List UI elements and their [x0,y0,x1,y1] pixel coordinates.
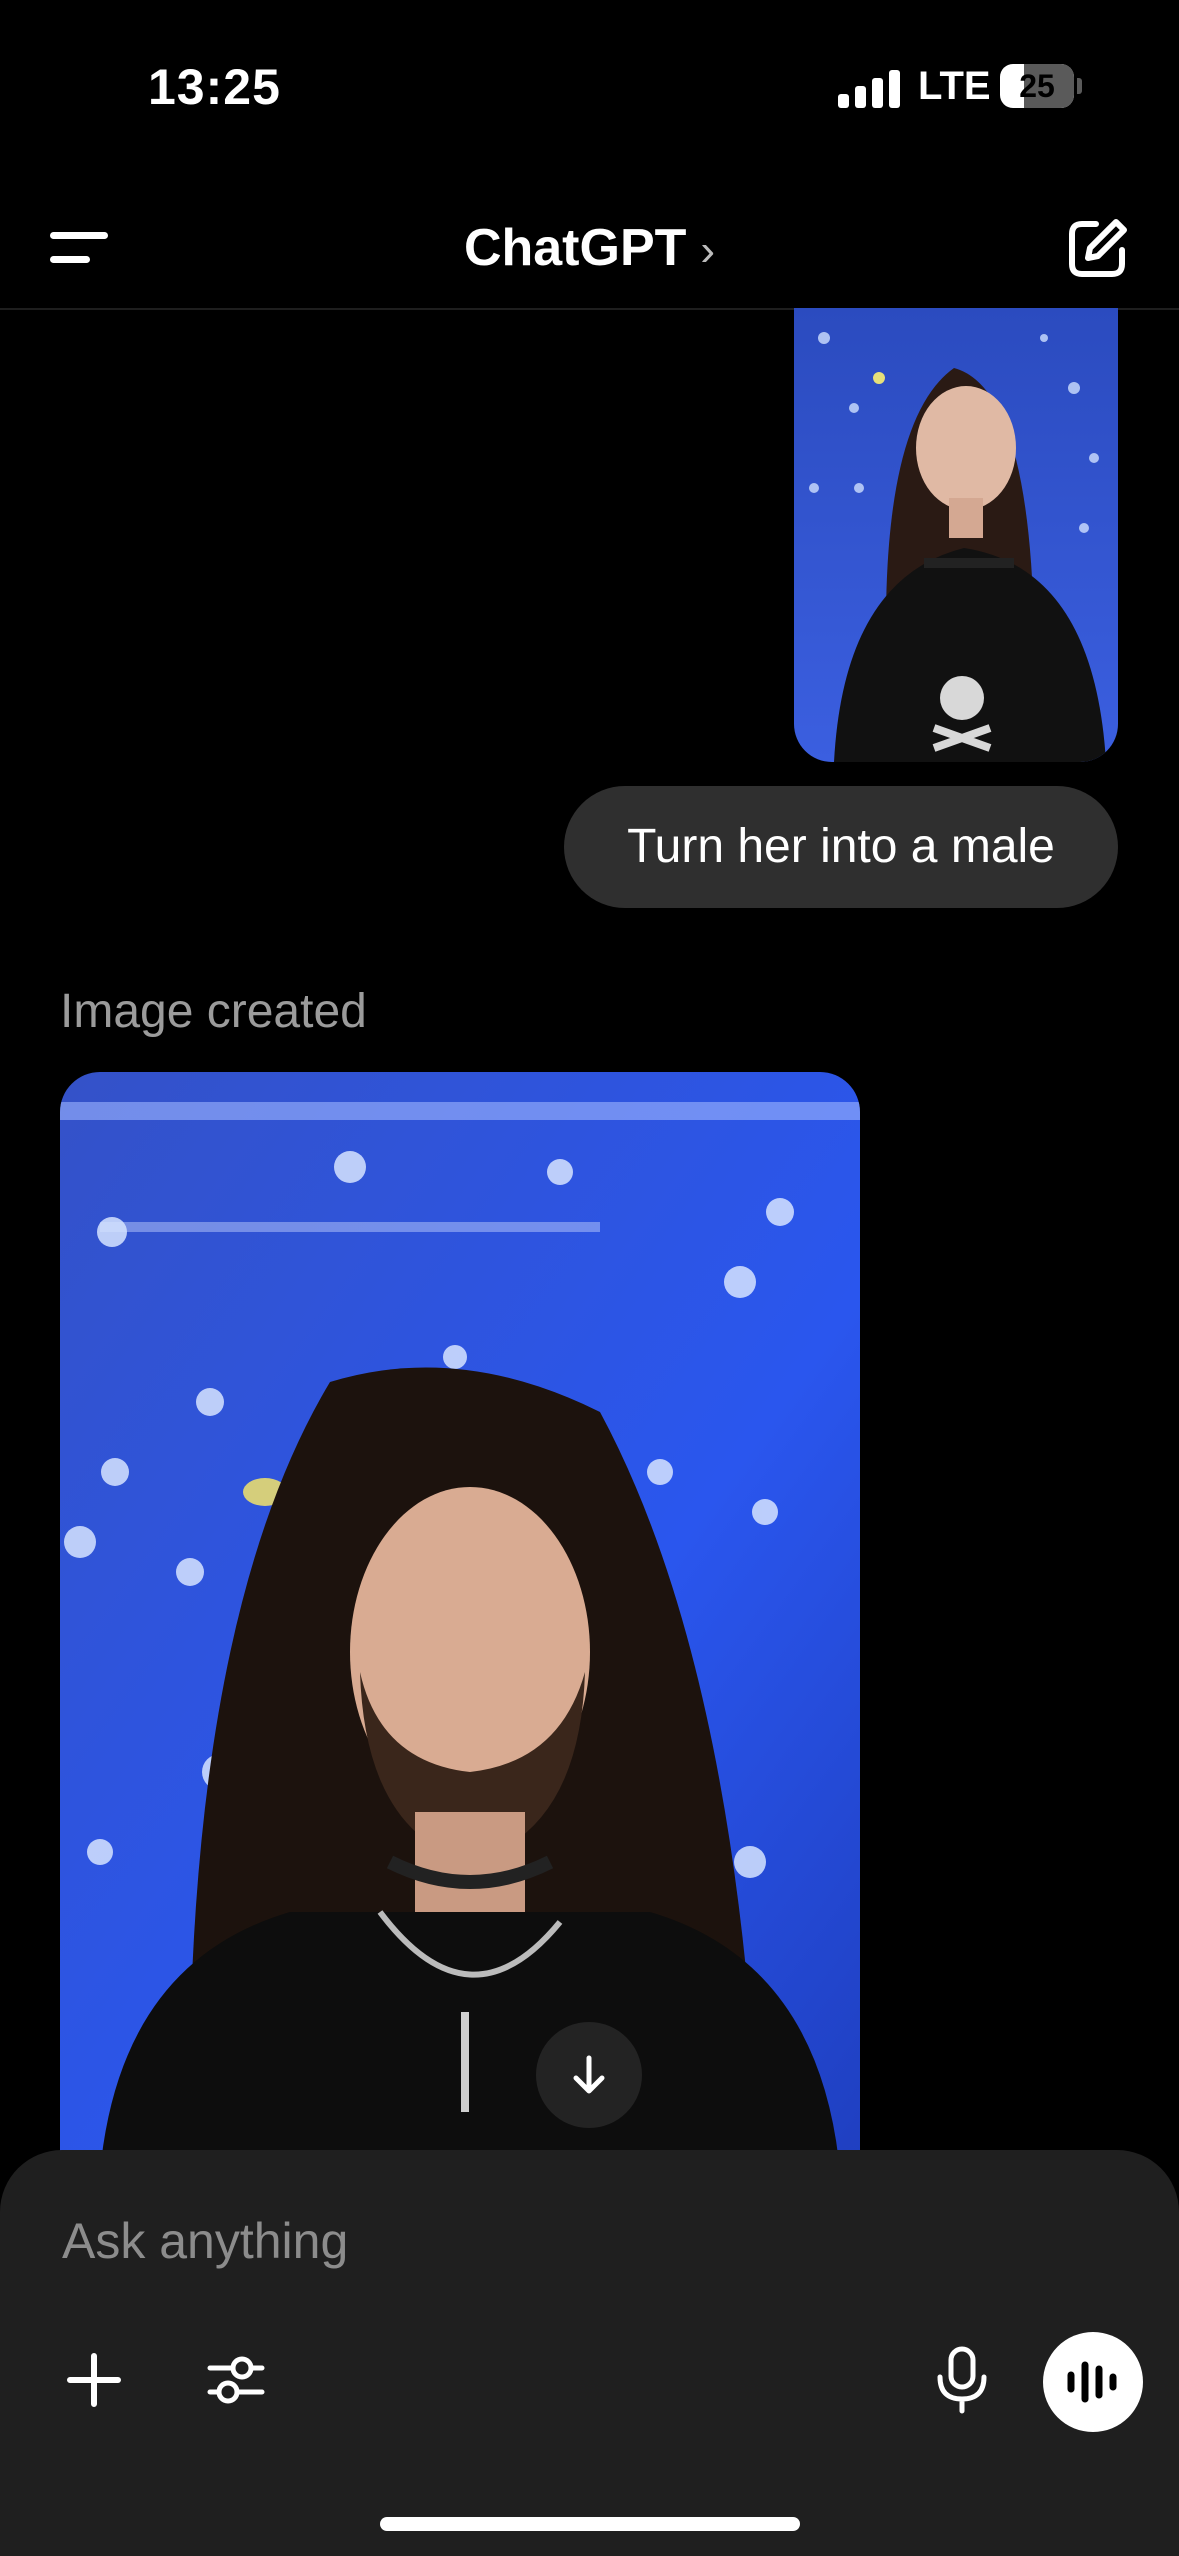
signal-icon [838,70,900,108]
voice-mode-button[interactable] [1043,2332,1143,2432]
home-indicator [380,2517,800,2531]
status-time: 13:25 [148,59,281,115]
nav-bar: ChatGPT › [0,190,1179,310]
chevron-right-icon: › [700,226,716,275]
compose-icon[interactable] [1062,214,1132,284]
arrow-down-icon [573,2055,605,2094]
prompt-input[interactable] [60,2200,864,2282]
add-attachment-button[interactable] [54,2340,134,2420]
page-title: ChatGPT [463,219,687,277]
battery-percent: 25 [1019,68,1055,104]
scroll-down-button[interactable] [536,2022,642,2128]
user-message-bubble[interactable]: Turn her into a male [564,786,1118,908]
network-type: LTE [918,64,991,108]
sliders-icon [207,2356,265,2404]
plus-icon [67,2353,121,2407]
microphone-icon [937,2346,987,2414]
battery-icon: 25 [1000,64,1082,108]
model-selector[interactable]: ChatGPT › [0,218,1179,278]
waveform-icon [1067,2361,1117,2403]
generated-image[interactable] [60,1072,860,2172]
tools-button[interactable] [196,2340,276,2420]
user-uploaded-image[interactable] [794,308,1118,762]
dictation-button[interactable] [922,2340,1002,2420]
image-created-label: Image created [60,985,367,1038]
